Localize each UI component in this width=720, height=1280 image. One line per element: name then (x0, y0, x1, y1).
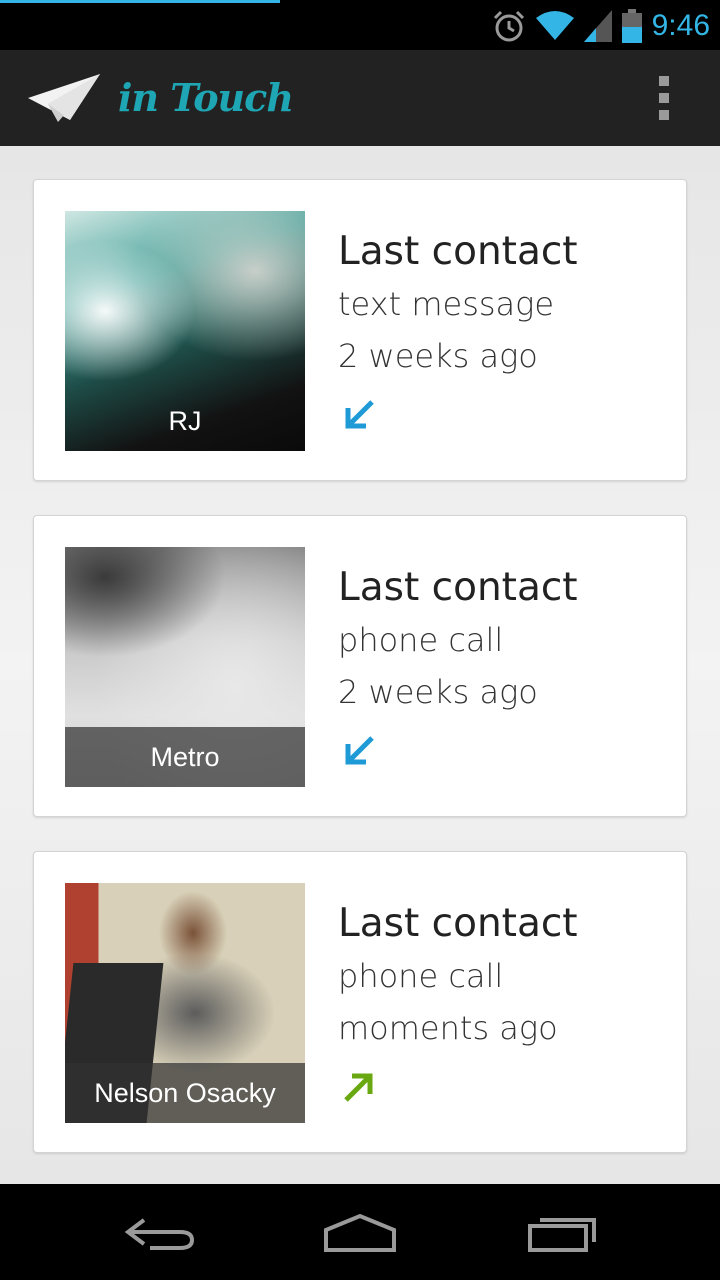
contact-list: RJ Last contact text message 2 weeks ago… (0, 146, 720, 1184)
contact-name: Nelson Osacky (65, 1063, 305, 1123)
status-icons: 9:46 (492, 6, 710, 46)
contact-time: 2 weeks ago (338, 673, 538, 711)
status-progress-strip (0, 0, 280, 3)
last-contact-heading: Last contact (338, 565, 578, 610)
status-clock: 9:46 (651, 9, 710, 42)
app-title: in Touch (118, 75, 294, 120)
contact-photo: Metro (65, 547, 305, 787)
recent-apps-icon[interactable] (522, 1212, 602, 1254)
contact-time: moments ago (338, 1009, 558, 1047)
arrow-incoming-icon (345, 400, 374, 429)
cell-signal-icon (583, 10, 612, 42)
action-bar: in Touch (0, 50, 720, 146)
battery-icon (621, 9, 642, 43)
contact-card[interactable]: Metro Last contact phone call 2 weeks ag… (33, 515, 687, 817)
back-icon[interactable] (120, 1212, 200, 1254)
arrow-incoming-icon (345, 736, 374, 765)
alarm-icon (493, 10, 524, 42)
overflow-menu-icon (659, 76, 669, 86)
contact-info: Last contact phone call moments ago (338, 898, 578, 1054)
contact-name: Metro (65, 727, 305, 787)
status-bar: 9:46 (0, 0, 720, 50)
contact-method: phone call (338, 621, 504, 659)
last-contact-heading: Last contact (338, 901, 578, 946)
last-contact-heading: Last contact (338, 229, 578, 274)
contact-card[interactable]: RJ Last contact text message 2 weeks ago (33, 179, 687, 481)
contact-info: Last contact text message 2 weeks ago (338, 226, 578, 382)
wifi-icon (535, 11, 574, 40)
contact-photo: Nelson Osacky (65, 883, 305, 1123)
contact-name: RJ (168, 406, 202, 436)
contact-card[interactable]: Nelson Osacky Last contact phone call mo… (33, 851, 687, 1153)
contact-info: Last contact phone call 2 weeks ago (338, 562, 578, 718)
paper-plane-icon[interactable] (28, 72, 102, 124)
contact-photo: RJ (65, 211, 305, 451)
arrow-outgoing-icon (344, 1073, 373, 1102)
contact-method: text message (338, 285, 555, 323)
home-icon[interactable] (320, 1212, 400, 1254)
contact-method: phone call (338, 957, 504, 995)
contact-time: 2 weeks ago (338, 337, 538, 375)
navigation-bar (0, 1184, 720, 1280)
overflow-menu-button[interactable] (650, 76, 678, 120)
